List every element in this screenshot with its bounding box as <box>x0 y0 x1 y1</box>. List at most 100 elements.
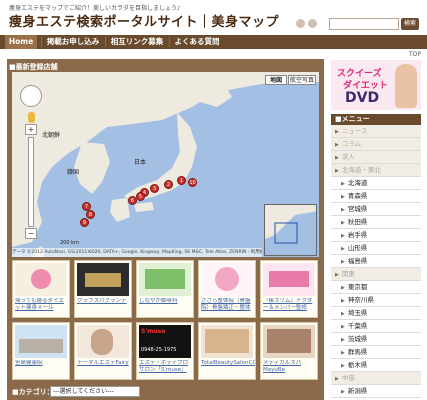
sidebar-item-section[interactable]: ▶ 中部 <box>331 372 421 385</box>
shop-card[interactable]: クラブスパグランデ <box>74 260 132 318</box>
shop-card[interactable]: 『痩スリム』ドクター＆メンバー監修 <box>260 260 318 318</box>
sidebar-item-label: 新潟県 <box>347 387 368 395</box>
sidebar-item-region[interactable]: ▶ 青森県 <box>331 190 421 203</box>
sidebar-item-label: コラム <box>341 140 362 148</box>
shop-card[interactable]: トータルエステFairy <box>74 322 132 380</box>
map-scale: 200 km <box>60 240 79 246</box>
shop-thumbnail-grid: 帰っても寝るダイエット痩身メール クラブスパグランデ しなやか脚専科 ささら整体… <box>12 260 319 380</box>
shop-caption[interactable]: エステ・ボディプロ サロン「S'muse」 <box>139 360 193 380</box>
sidebar-item-label: 千葉県 <box>347 322 368 330</box>
map-pin[interactable]: 9 <box>80 218 89 227</box>
sidebar-item-region[interactable]: ▶ 岩手県 <box>331 229 421 242</box>
map-pin[interactable]: 8 <box>86 210 95 219</box>
shop-card[interactable]: 笹島健康院 <box>12 322 70 380</box>
shop-card[interactable]: ささら整体院（骨盤院）骨盤矯正・整体 <box>198 260 256 318</box>
shop-caption[interactable]: 『痩スリム』ドクター＆メンバー監修 <box>263 298 317 318</box>
shop-card[interactable]: TotalBeautySalonCOCOBO <box>198 322 256 380</box>
nav-mutual-links[interactable]: 相互リンク募集 <box>107 35 167 49</box>
shop-caption[interactable]: ささら整体院（骨盤院）骨盤矯正・整体 <box>201 298 255 318</box>
feed-icon[interactable] <box>308 19 317 28</box>
sidebar-item-region[interactable]: ▶ 東京都 <box>331 281 421 294</box>
share-icons[interactable] <box>296 17 326 31</box>
sidebar-item-region[interactable]: ▶ 茨城県 <box>331 333 421 346</box>
arrow-right-icon: ▶ <box>341 285 345 291</box>
shop-caption[interactable]: トータルエステFairy <box>77 360 131 380</box>
sidebar-item-region[interactable]: ▶ 秋田県 <box>331 216 421 229</box>
sidebar-item-region[interactable]: ▶ 北海道 <box>331 177 421 190</box>
dvd-ad-banner[interactable]: スクイーズ ダイエット DVD <box>331 60 421 110</box>
sidebar-item-region[interactable]: ▶ 群馬県 <box>331 346 421 359</box>
sidebar-item-label: 北海道 <box>347 179 368 187</box>
shop-card[interactable]: しなやか脚専科 <box>136 260 194 318</box>
share-icon[interactable] <box>296 19 305 28</box>
ad-line3: DVD <box>345 90 380 106</box>
zoom-slider[interactable] <box>28 137 34 227</box>
map-label-korea: 韓国 <box>67 169 80 176</box>
shop-caption[interactable]: メディカルスパMayuBe <box>263 360 317 380</box>
shop-card[interactable]: メディカルスパMayuBe <box>260 322 318 380</box>
map-type-satellite[interactable]: 航空写真 <box>288 75 316 85</box>
nav-faq[interactable]: よくある質問 <box>171 35 223 49</box>
sidebar-item-region[interactable]: ▶ 栃木県 <box>331 359 421 372</box>
search-button[interactable]: 検索 <box>401 18 419 30</box>
arrow-right-icon: ▶ <box>335 129 339 135</box>
map-type-map[interactable]: 地図 <box>265 75 287 85</box>
shop-caption[interactable]: 笹島健康院 <box>15 360 69 380</box>
sidebar-item-region[interactable]: ▶ 山形県 <box>331 242 421 255</box>
category-select[interactable]: ---選択してください--- <box>50 386 140 397</box>
arrow-right-icon: ▶ <box>341 337 345 343</box>
top-link[interactable]: TOP <box>409 51 421 58</box>
arrow-right-icon: ▶ <box>341 194 345 200</box>
sidebar-item-region[interactable]: ▶ 埼玉県 <box>331 307 421 320</box>
sidebar-item-region[interactable]: ▶ 神奈川県 <box>331 294 421 307</box>
arrow-right-icon: ▶ <box>341 220 345 226</box>
zoom-out-button[interactable]: − <box>25 228 37 239</box>
sidebar-item-region[interactable]: ▶ 福島県 <box>331 255 421 268</box>
shop-image <box>263 263 315 296</box>
shop-caption[interactable]: 帰っても寝るダイエット痩身メール <box>15 298 69 318</box>
shop-image <box>15 325 67 358</box>
sidebar-item-region[interactable]: ▶ 新潟県 <box>331 385 421 398</box>
pan-control[interactable] <box>20 85 42 107</box>
sidebar-item-section[interactable]: ▶ 北海道・東北 <box>331 164 421 177</box>
sidebar-item-region[interactable]: ▶ 千葉県 <box>331 320 421 333</box>
thumb-phone: 0948-25-1975 <box>141 347 177 353</box>
sidebar-item-section[interactable]: ▶ ニュース <box>331 125 421 138</box>
site-title[interactable]: 痩身エステ検索ポータルサイト｜美身マップ <box>9 11 279 30</box>
map-pin[interactable]: 5 <box>136 192 145 201</box>
shop-caption[interactable]: クラブスパグランデ <box>77 298 131 318</box>
sidebar-item-label: 茨城県 <box>347 335 368 343</box>
sidebar-item-label: 中部 <box>341 374 355 382</box>
nav-home[interactable]: Home <box>5 35 37 49</box>
street-view-icon[interactable] <box>28 112 35 123</box>
map-overview[interactable] <box>264 204 317 256</box>
arrow-right-icon: ▶ <box>341 233 345 239</box>
map-attribution[interactable]: データ ©2012 AutoNavi, GS(2011)6020, DATA+,… <box>12 248 262 257</box>
shop-caption[interactable]: TotalBeautySalonCOCOBO <box>201 360 255 380</box>
map-pin[interactable]: 1 <box>177 176 186 185</box>
sidebar-item-region[interactable]: ▶ 宮城県 <box>331 203 421 216</box>
overview-land <box>265 205 316 244</box>
zoom-in-button[interactable]: + <box>25 124 37 135</box>
shop-caption[interactable]: しなやか脚専科 <box>139 298 193 318</box>
map-label-japan: 日本 <box>134 159 147 166</box>
arrow-right-icon: ▶ <box>341 363 345 369</box>
map-pin[interactable]: 10 <box>188 178 197 187</box>
map-pin[interactable]: 2 <box>164 180 173 189</box>
arrow-right-icon: ▶ <box>335 376 339 382</box>
search-input[interactable] <box>329 18 399 30</box>
sidebar-item-section[interactable]: ▶ コラム <box>331 138 421 151</box>
arrow-right-icon: ▶ <box>341 350 345 356</box>
sidebar-item-section[interactable]: ▶ 関東 <box>331 268 421 281</box>
shop-card[interactable]: S'muse 0948-25-1975 エステ・ボディプロ サロン「S'muse… <box>136 322 194 380</box>
sidebar-item-section[interactable]: ▶ 求人 <box>331 151 421 164</box>
thumb-brand: S'muse <box>141 328 166 335</box>
nav-apply[interactable]: 掲載お申し込み <box>43 35 103 49</box>
shop-card[interactable]: 帰っても寝るダイエット痩身メール <box>12 260 70 318</box>
sidebar-item-label: 山形県 <box>347 244 368 252</box>
map-pin[interactable]: 6 <box>128 196 137 205</box>
shop-image <box>77 263 129 296</box>
map-pin[interactable]: 3 <box>150 184 159 193</box>
arrow-right-icon: ▶ <box>341 181 345 187</box>
map[interactable]: 地図 航空写真 + − 北朝鮮 韓国 日本 1 2 3 4 5 6 7 8 9 … <box>12 72 319 257</box>
